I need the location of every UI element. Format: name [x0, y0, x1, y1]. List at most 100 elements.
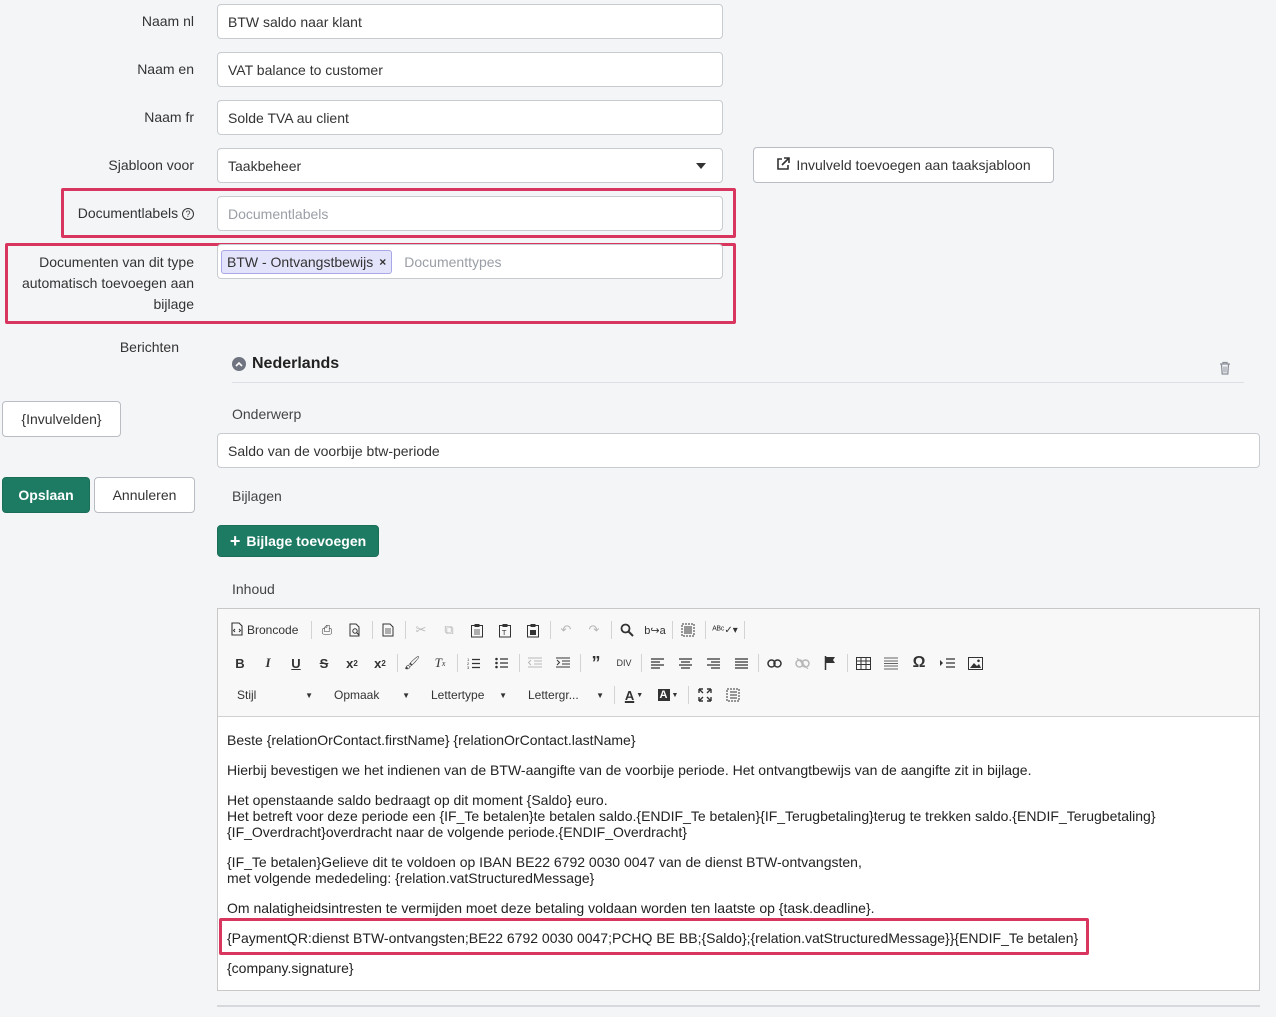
numbered-list-icon[interactable]: 123 — [463, 652, 485, 674]
documentlabels-label: Documentlabels ? — [20, 205, 194, 221]
doctype-tag-label: BTW - Ontvangstbewijs — [227, 253, 374, 270]
remove-tag-icon[interactable]: × — [379, 255, 386, 269]
redo-icon[interactable]: ↷ — [583, 619, 605, 641]
remove-format-icon[interactable]: Tx — [429, 652, 451, 674]
add-fill-field-label: Invulveld toevoegen aan taaksjabloon — [796, 157, 1031, 173]
combo-caret-icon: ▼ — [596, 690, 604, 700]
show-blocks-icon[interactable] — [722, 684, 744, 706]
blockquote-icon[interactable]: ” — [585, 652, 607, 674]
language-header[interactable]: Nederlands — [232, 355, 339, 373]
cut-icon[interactable]: ✂ — [410, 619, 432, 641]
save-button[interactable]: Opslaan — [2, 477, 90, 513]
align-left-icon[interactable] — [646, 652, 668, 674]
fill-fields-button[interactable]: {Invulvelden} — [2, 401, 121, 437]
naam-fr-input[interactable]: Solde TVA au client — [217, 100, 723, 135]
align-justify-icon[interactable] — [730, 652, 752, 674]
style-combo[interactable]: Stijl ▼ — [233, 684, 317, 706]
copy-icon[interactable]: ⧉ — [438, 619, 460, 641]
select-all-icon[interactable] — [677, 619, 699, 641]
unlink-icon[interactable] — [791, 652, 813, 674]
naam-nl-input[interactable]: BTW saldo naar klant — [217, 4, 723, 39]
body-line: {IF_Te betalen}Gelieve dit te voldoen op… — [227, 854, 862, 870]
image-icon[interactable] — [964, 652, 986, 674]
paste-text-icon[interactable]: T — [494, 619, 516, 641]
align-right-icon[interactable] — [702, 652, 724, 674]
outdent-icon[interactable] — [524, 652, 546, 674]
bullet-list-icon[interactable] — [491, 652, 513, 674]
subject-input[interactable]: Saldo van de voorbije btw-periode — [217, 433, 1260, 468]
cancel-button[interactable]: Annuleren — [94, 477, 195, 513]
copy-format-icon[interactable]: 🖌 — [401, 652, 423, 674]
link-icon[interactable] — [763, 652, 785, 674]
paste-word-icon[interactable] — [522, 619, 544, 641]
bold-icon[interactable]: B — [229, 652, 251, 674]
combo-caret-icon: ▼ — [499, 690, 507, 700]
find-icon[interactable] — [616, 619, 638, 641]
align-center-icon[interactable] — [674, 652, 696, 674]
toolbar-separator — [847, 654, 848, 672]
superscript-icon[interactable]: x2 — [369, 652, 391, 674]
berichten-label: Berichten — [119, 339, 179, 355]
help-icon[interactable]: ? — [182, 208, 194, 220]
doctypes-label-line3: bijlage — [153, 296, 194, 312]
table-icon[interactable] — [852, 652, 874, 674]
source-label: Broncode — [247, 623, 299, 637]
format-combo[interactable]: Opmaak ▼ — [330, 684, 414, 706]
combo-caret-icon: ▼ — [402, 690, 410, 700]
italic-icon[interactable]: I — [257, 652, 279, 674]
sjabloon-label: Sjabloon voor — [108, 157, 194, 173]
div-container-icon[interactable]: DIV — [613, 652, 635, 674]
trash-icon[interactable] — [1219, 361, 1231, 378]
body-line: {company.signature} — [227, 960, 354, 976]
special-char-icon[interactable]: Ω — [908, 652, 930, 674]
body-line: {IF_Overdracht}overdracht naar de volgen… — [227, 824, 687, 840]
documentlabels-label-text: Documentlabels — [77, 205, 179, 221]
naam-en-input[interactable]: VAT balance to customer — [217, 52, 723, 87]
body-line: Beste {relationOrContact.firstName} {rel… — [227, 732, 636, 748]
new-page-icon[interactable] — [377, 619, 399, 641]
attachments-label: Bijlagen — [232, 488, 282, 504]
doctypes-input[interactable]: BTW - Ontvangstbewijs × Documenttypes — [217, 244, 723, 279]
font-combo[interactable]: Lettertype ▼ — [427, 684, 511, 706]
page-break-icon[interactable] — [936, 652, 958, 674]
font-size-combo[interactable]: Lettergr... ▼ — [524, 684, 608, 706]
doctypes-label-line2: automatisch toevoegen aan — [21, 275, 194, 291]
body-line: Het betreft voor deze periode een {IF_Te… — [227, 808, 1156, 824]
source-button[interactable]: Broncode — [231, 619, 298, 641]
sjabloon-select[interactable]: Taakbeheer — [217, 148, 723, 183]
toolbar-separator — [614, 686, 615, 704]
toolbar-separator — [550, 621, 551, 639]
paste-icon[interactable] — [466, 619, 488, 641]
underline-icon[interactable]: U — [285, 652, 307, 674]
indent-icon[interactable] — [552, 652, 574, 674]
svg-text:3: 3 — [467, 665, 470, 669]
plus-icon: + — [229, 531, 241, 551]
toolbar-separator — [758, 654, 759, 672]
add-fill-field-button[interactable]: Invulveld toevoegen aan taaksjabloon — [753, 147, 1054, 183]
toolbar-separator — [611, 621, 612, 639]
documentlabels-input[interactable]: Documentlabels — [217, 196, 723, 231]
spellcheck-icon[interactable]: ᴬᴮᶜ✓▾ — [710, 619, 740, 641]
text-color-letter: A — [624, 687, 635, 703]
replace-icon[interactable]: b↪a — [644, 619, 666, 641]
combo-caret-icon: ▼ — [671, 691, 679, 699]
caret-down-icon — [696, 162, 706, 169]
preview-icon[interactable] — [344, 619, 366, 641]
horizontal-line-icon[interactable] — [880, 652, 902, 674]
toolbar-separator — [672, 621, 673, 639]
naam-fr-label: Naam fr — [144, 109, 194, 125]
save-doc-icon[interactable]: ⎙ — [316, 619, 338, 641]
content-label: Inhoud — [232, 581, 275, 597]
add-attachment-button[interactable]: + Bijlage toevoegen — [217, 525, 379, 557]
strikethrough-icon[interactable]: S — [313, 652, 335, 674]
undo-icon[interactable]: ↶ — [555, 619, 577, 641]
text-color-icon[interactable]: A ▼ — [620, 684, 648, 706]
maximize-icon[interactable] — [694, 684, 716, 706]
anchor-flag-icon[interactable] — [819, 652, 841, 674]
combo-caret-icon: ▼ — [305, 690, 313, 700]
subscript-icon[interactable]: x2 — [341, 652, 363, 674]
bg-color-icon[interactable]: A ▼ — [654, 684, 682, 706]
format-combo-label: Opmaak — [334, 688, 380, 702]
doctype-tag: BTW - Ontvangstbewijs × — [221, 249, 393, 274]
body-line: met volgende mededeling: {relation.vatSt… — [227, 870, 595, 886]
